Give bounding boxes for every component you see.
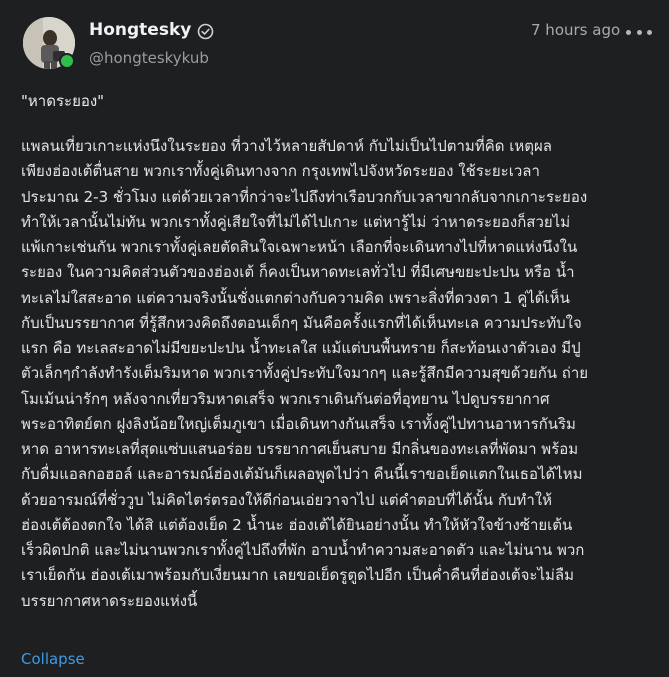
author-display-name[interactable]: Hongtesky bbox=[89, 20, 191, 40]
post-body-line: กับดื่มแอลกอฮอล์ และอารมณ์ฮ่องเต้มันก็เผ… bbox=[21, 465, 583, 484]
post-body-line: เพียงฮ่องเต้ตื่นสาย พวกเราทั้งคู่เดินทาง… bbox=[21, 162, 540, 181]
post-timestamp: 7 hours ago bbox=[531, 21, 621, 39]
post-body-line: ทำให้เวลานั้นไม่ทัน พวกเราทั้งคู่เสียใจท… bbox=[21, 212, 571, 231]
post-body-line: พระอาทิตย์ตก ฝูงลิงน้อยใหญ่เต็มภูเขา เมื… bbox=[21, 414, 576, 433]
avatar-wrapper[interactable] bbox=[23, 17, 75, 69]
post-body-line: กับเป็นบรรยากาศ ที่รู้สึกหวงคิดถึงตอนเด็… bbox=[21, 313, 582, 332]
post-title: "หาดระยอง" bbox=[21, 92, 105, 110]
post-body-line: แพ้เกาะเช่นกัน พวกเราทั้งคู่เลยตัดสินใจเ… bbox=[21, 238, 578, 256]
online-status-dot bbox=[59, 53, 75, 69]
post-body-line: ฮ่องเต้ต้องตกใจ ได้สิ แต่ต้องเย็ด 2 น้ำน… bbox=[21, 515, 573, 534]
author-name-row: Hongtesky bbox=[89, 20, 214, 40]
verified-badge-icon bbox=[197, 23, 214, 40]
post-body-line: แรก คือ ทะเลสะอาดไม่มีขยะปะปน น้ำทะเลใส … bbox=[21, 339, 581, 357]
post-body-line: เราเย็ดกัน ฮ่องเต้เมาพร้อมกับเงี่ยนมาก เ… bbox=[21, 566, 575, 585]
post-card: Hongtesky @hongteskykub 7 hours ago "หาด… bbox=[0, 0, 669, 677]
post-body-line: ระยอง ในความคิดส่วนตัวของฮ่องเต้ ก็คงเป็… bbox=[21, 263, 575, 282]
post-body-line: ประมาณ 2-3 ชั่วโมง แต่ด้วยเวลาที่กว่าจะไ… bbox=[21, 187, 588, 206]
more-dot bbox=[626, 29, 631, 35]
collapse-link[interactable]: Collapse bbox=[21, 650, 85, 668]
post-body-line: ด้วยอารมณ์ที่ชั่ววูบ ไม่คิดไตร่ตรองให้ดี… bbox=[21, 490, 552, 509]
more-dot bbox=[636, 29, 642, 35]
post-body-line: ทะเลไม่ใสสะอาด แต่ความจริงนั้นชั่งแตกต่า… bbox=[21, 288, 570, 307]
post-body-line: หาด อาหารทะเลที่สุดแซ่บแสนอร่อย บรรยากาศ… bbox=[21, 440, 579, 458]
more-options-icon[interactable] bbox=[626, 24, 652, 40]
author-handle[interactable]: @hongteskykub bbox=[89, 49, 209, 67]
post-body: แพลนเที่ยวเกาะแห่งนึงในระยอง ที่วางไว้หล… bbox=[21, 134, 653, 614]
more-dot bbox=[647, 29, 652, 35]
post-body-line: แพลนเที่ยวเกาะแห่งนึงในระยอง ที่วางไว้หล… bbox=[21, 137, 552, 155]
post-body-line: เร็วผิดปกติ และไม่นานพวกเราทั้งคู่ไปถึงท… bbox=[21, 541, 585, 559]
post-body-line: บรรยากาศหาดระยองแห่งนี้ bbox=[21, 591, 198, 610]
post-body-line: ตัวเล็กๆกำลังทำรังเต็มริมหาด พวกเราทั้งค… bbox=[21, 364, 589, 383]
post-body-line: โมเม้นน่ารักๆ หลังจากเที่ยวริมหาดเสร็จ พ… bbox=[21, 389, 550, 408]
